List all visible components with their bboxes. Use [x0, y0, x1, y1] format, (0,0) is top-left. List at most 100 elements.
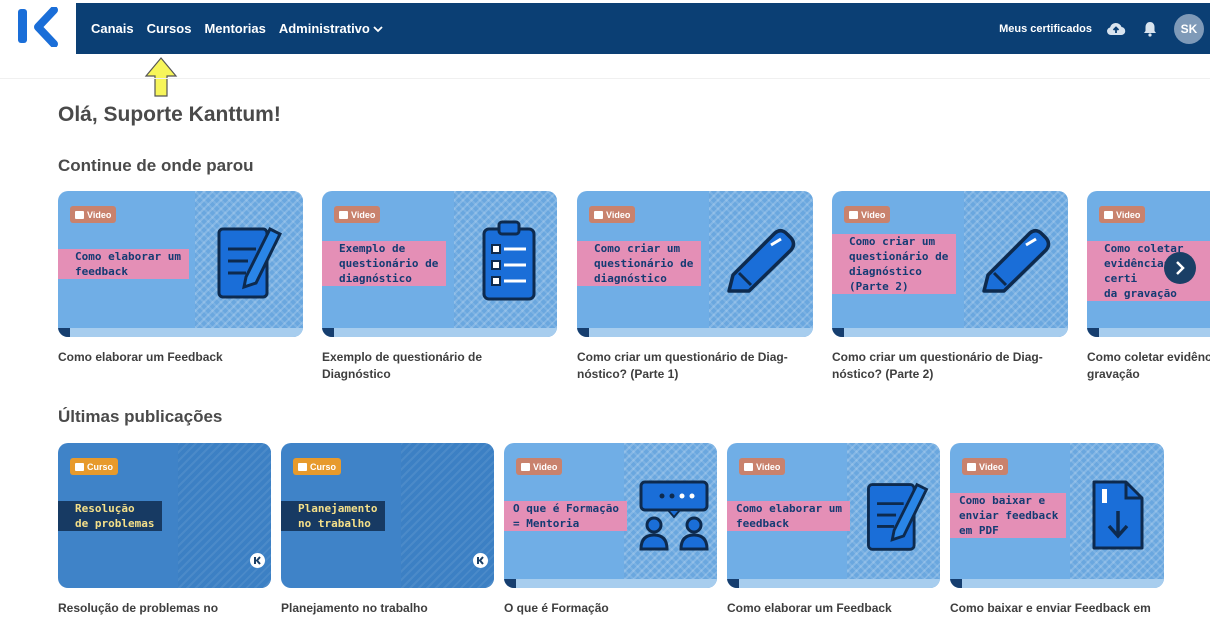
nav-mentorias[interactable]: Mentorias [204, 21, 265, 36]
badge-label: Video [861, 209, 886, 220]
thumb-label-line: Como coletar [1087, 241, 1210, 256]
continue-card[interactable]: Video Como criar um questionário de diag… [832, 191, 1068, 383]
video-badge: Video [1099, 206, 1146, 223]
card-title: Como coletar evidênc gravação [1087, 349, 1210, 383]
nav-administrativo-label: Administrativo [278, 21, 370, 36]
video-badge: Video [70, 206, 117, 223]
thumb-label-line: questionário de [832, 249, 957, 264]
thumb-label: Como baixar e enviar feedback em PDF [950, 493, 1067, 538]
thumb-label-line: Como criar um [577, 241, 702, 256]
chevron-right-icon [1176, 261, 1185, 275]
latest-card[interactable]: Curso Resolução de problemas Resolução d… [58, 443, 271, 617]
kanttum-mini-logo-icon [473, 553, 488, 568]
graduation-cap-icon [298, 462, 307, 471]
thumb-label-line: (Parte 2) [832, 279, 957, 294]
card-title: Como baixar e enviar Feedback em [950, 600, 1164, 617]
continue-card[interactable]: Video Como criar um questionário de diag… [577, 191, 813, 383]
clapperboard-icon [744, 462, 753, 471]
avatar[interactable]: SK [1174, 13, 1204, 44]
thumb-label-line: Exemplo de [322, 241, 447, 256]
nav-cursos[interactable]: Cursos [147, 21, 192, 36]
badge-label: Curso [87, 461, 114, 472]
card-title: Exemplo de questionário de Diagnóstico [322, 349, 557, 383]
badge-label: Video [351, 209, 376, 220]
course-badge: Curso [70, 458, 119, 475]
card-title: Como elaborar um Feedback [727, 600, 940, 617]
continue-card[interactable]: Video Como elaborar um feedback Como ela… [58, 191, 303, 366]
thumb-label-line: O que é Formação [504, 501, 627, 516]
badge-label: Video [533, 461, 558, 472]
badge-label: Video [756, 461, 781, 472]
card-title-line: Como elaborar um Feedback [58, 350, 223, 364]
card-thumbnail: Video Como elaborar um feedback [727, 443, 940, 588]
continue-card[interactable]: Video Como coletar evidências certi da g… [1087, 191, 1210, 383]
badge-label: Curso [310, 461, 337, 472]
thumb-label-line: Como elaborar um [58, 249, 189, 264]
my-certificates-link[interactable]: Meus certificados [999, 23, 1092, 35]
video-badge: Video [844, 206, 891, 223]
kanttum-mini-logo-icon [250, 553, 265, 568]
latest-card[interactable]: Curso Planejamento no trabalho Planejame… [281, 443, 494, 617]
navbar: Canais Cursos Mentorias Administrativo M… [76, 3, 1210, 54]
card-title: Como criar um questionário de Diag- nóst… [577, 349, 813, 383]
card-thumbnail: Video Como elaborar um feedback [58, 191, 303, 337]
thumb-label-line: diagnóstico [322, 271, 447, 286]
clapperboard-icon [75, 210, 84, 219]
badge-label: Video [979, 461, 1004, 472]
thumb-label-line: questionário de [322, 256, 447, 271]
carousel-next-button[interactable] [1164, 252, 1196, 284]
thumb-label-line: diagnóstico [832, 264, 957, 279]
top-header: Canais Cursos Mentorias Administrativo M… [0, 0, 1210, 54]
mentoring-people-icon [639, 480, 709, 551]
card-title-line: Exemplo de questionário de [322, 350, 483, 364]
continue-section-title: Continue de onde parou [58, 156, 254, 175]
video-badge: Video [516, 458, 563, 475]
arrow-up-pointer-icon [144, 57, 178, 97]
latest-card[interactable]: Video O que é Formação = Mentoria O que … [504, 443, 717, 617]
video-badge: Video [739, 458, 786, 475]
cloud-upload-icon[interactable] [1106, 19, 1126, 39]
thumb-label-line: feedback [727, 516, 850, 531]
card-title-line: nóstico? (Parte 1) [577, 367, 679, 381]
thumb-label-line: diagnóstico [577, 271, 702, 286]
clipboard-checklist-icon [482, 220, 536, 301]
card-thumbnail: Video Como criar um questionário de diag… [577, 191, 813, 337]
latest-card[interactable]: Video Como baixar e enviar feedback em P… [950, 443, 1164, 617]
pencil-icon [727, 229, 796, 293]
latest-section-title: Últimas publicações [58, 407, 223, 426]
thumb-label: Resolução de problemas [58, 501, 163, 531]
nav-administrativo[interactable]: Administrativo [279, 21, 383, 36]
bell-icon[interactable] [1140, 19, 1160, 39]
logo-bar [18, 9, 27, 43]
continue-card[interactable]: Video Exemplo de questionário de diagnós… [322, 191, 557, 383]
header-actions: Meus certificados SK [999, 3, 1204, 54]
video-badge: Video [334, 206, 381, 223]
logo-chevron-icon [34, 7, 58, 47]
pdf-download-icon [1092, 480, 1144, 550]
video-badge: Video [962, 458, 1009, 475]
thumb-label: Como criar um questionário de diagnóstic… [577, 241, 702, 286]
thumb-label: Exemplo de questionário de diagnóstico [322, 241, 447, 286]
pencil-icon [982, 229, 1051, 293]
thumb-label-line: de problemas [58, 516, 163, 531]
latest-card[interactable]: Video Como elaborar um feedback Como ela… [727, 443, 940, 617]
clapperboard-icon [339, 210, 348, 219]
card-thumbnail: Video O que é Formação = Mentoria [504, 443, 717, 588]
clapperboard-icon [521, 462, 530, 471]
nav-canais[interactable]: Canais [91, 21, 134, 36]
badge-label: Video [87, 209, 112, 220]
card-title-line: Como coletar evidênc [1087, 350, 1210, 364]
thumb-label: Como elaborar um feedback [727, 501, 850, 531]
card-thumbnail: Video Como criar um questionário de diag… [832, 191, 1068, 337]
badge-label: Video [1116, 209, 1141, 220]
kanttum-logo[interactable] [0, 0, 76, 54]
card-title-line: gravação [1087, 367, 1140, 381]
thumb-label-line: feedback [58, 264, 189, 279]
course-badge: Curso [293, 458, 342, 475]
card-title-line: nóstico? (Parte 2) [832, 367, 934, 381]
clapperboard-icon [594, 210, 603, 219]
card-title-line: Como criar um questionário de Diag- [832, 350, 1043, 364]
thumb-label-line: enviar feedback [950, 508, 1067, 523]
thumb-label: Planejamento no trabalho [281, 501, 386, 531]
header-divider [0, 78, 1210, 79]
